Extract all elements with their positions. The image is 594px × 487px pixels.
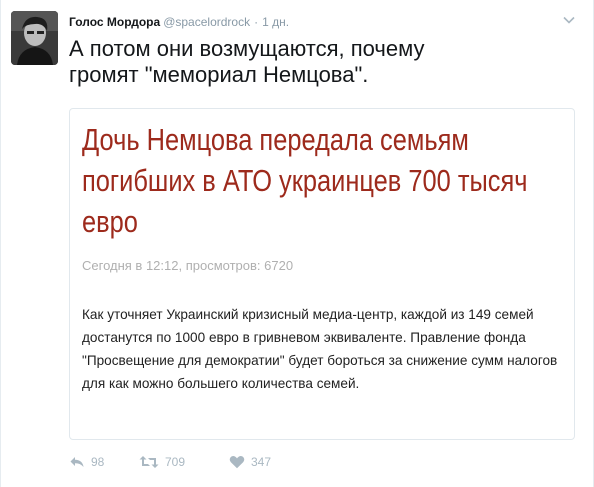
tweet-text: А потом они возмущаются, почему громят "… [69,36,425,87]
heart-icon [229,455,245,469]
timestamp[interactable]: 1 дн. [262,15,289,29]
like-count: 347 [251,455,272,469]
tweet: Голос Мордора @spacelordrock · 1 дн. А пото… [0,0,594,487]
card-meta: Сегодня в 12:12, просмотров: 6720 [82,258,294,273]
like-button[interactable]: 347 [229,455,309,469]
link-card[interactable]: Дочь Немцова передала семьям погибших в … [69,108,575,440]
avatar-image [11,11,58,65]
chevron-down-icon[interactable] [562,13,576,27]
author-name[interactable]: Голос Мордора [69,15,160,29]
reply-count: 98 [91,455,105,469]
card-body: Как уточняет Украинский кризисный медиа-… [82,307,558,391]
reply-button[interactable]: 98 [69,455,139,469]
author-handle[interactable]: @spacelordrock [163,15,250,29]
reply-icon [70,457,84,467]
retweet-count: 709 [165,455,186,469]
tweet-header: Голос Мордора @spacelordrock · 1 дн. [69,12,553,32]
tweet-actions: 98 709 347 [69,452,309,472]
avatar[interactable] [11,11,58,65]
header-separator: · [254,15,259,29]
retweet-icon [139,456,159,468]
card-headline[interactable]: Дочь Немцова передала семьям погибших в … [82,119,541,242]
retweet-button[interactable]: 709 [139,455,229,469]
